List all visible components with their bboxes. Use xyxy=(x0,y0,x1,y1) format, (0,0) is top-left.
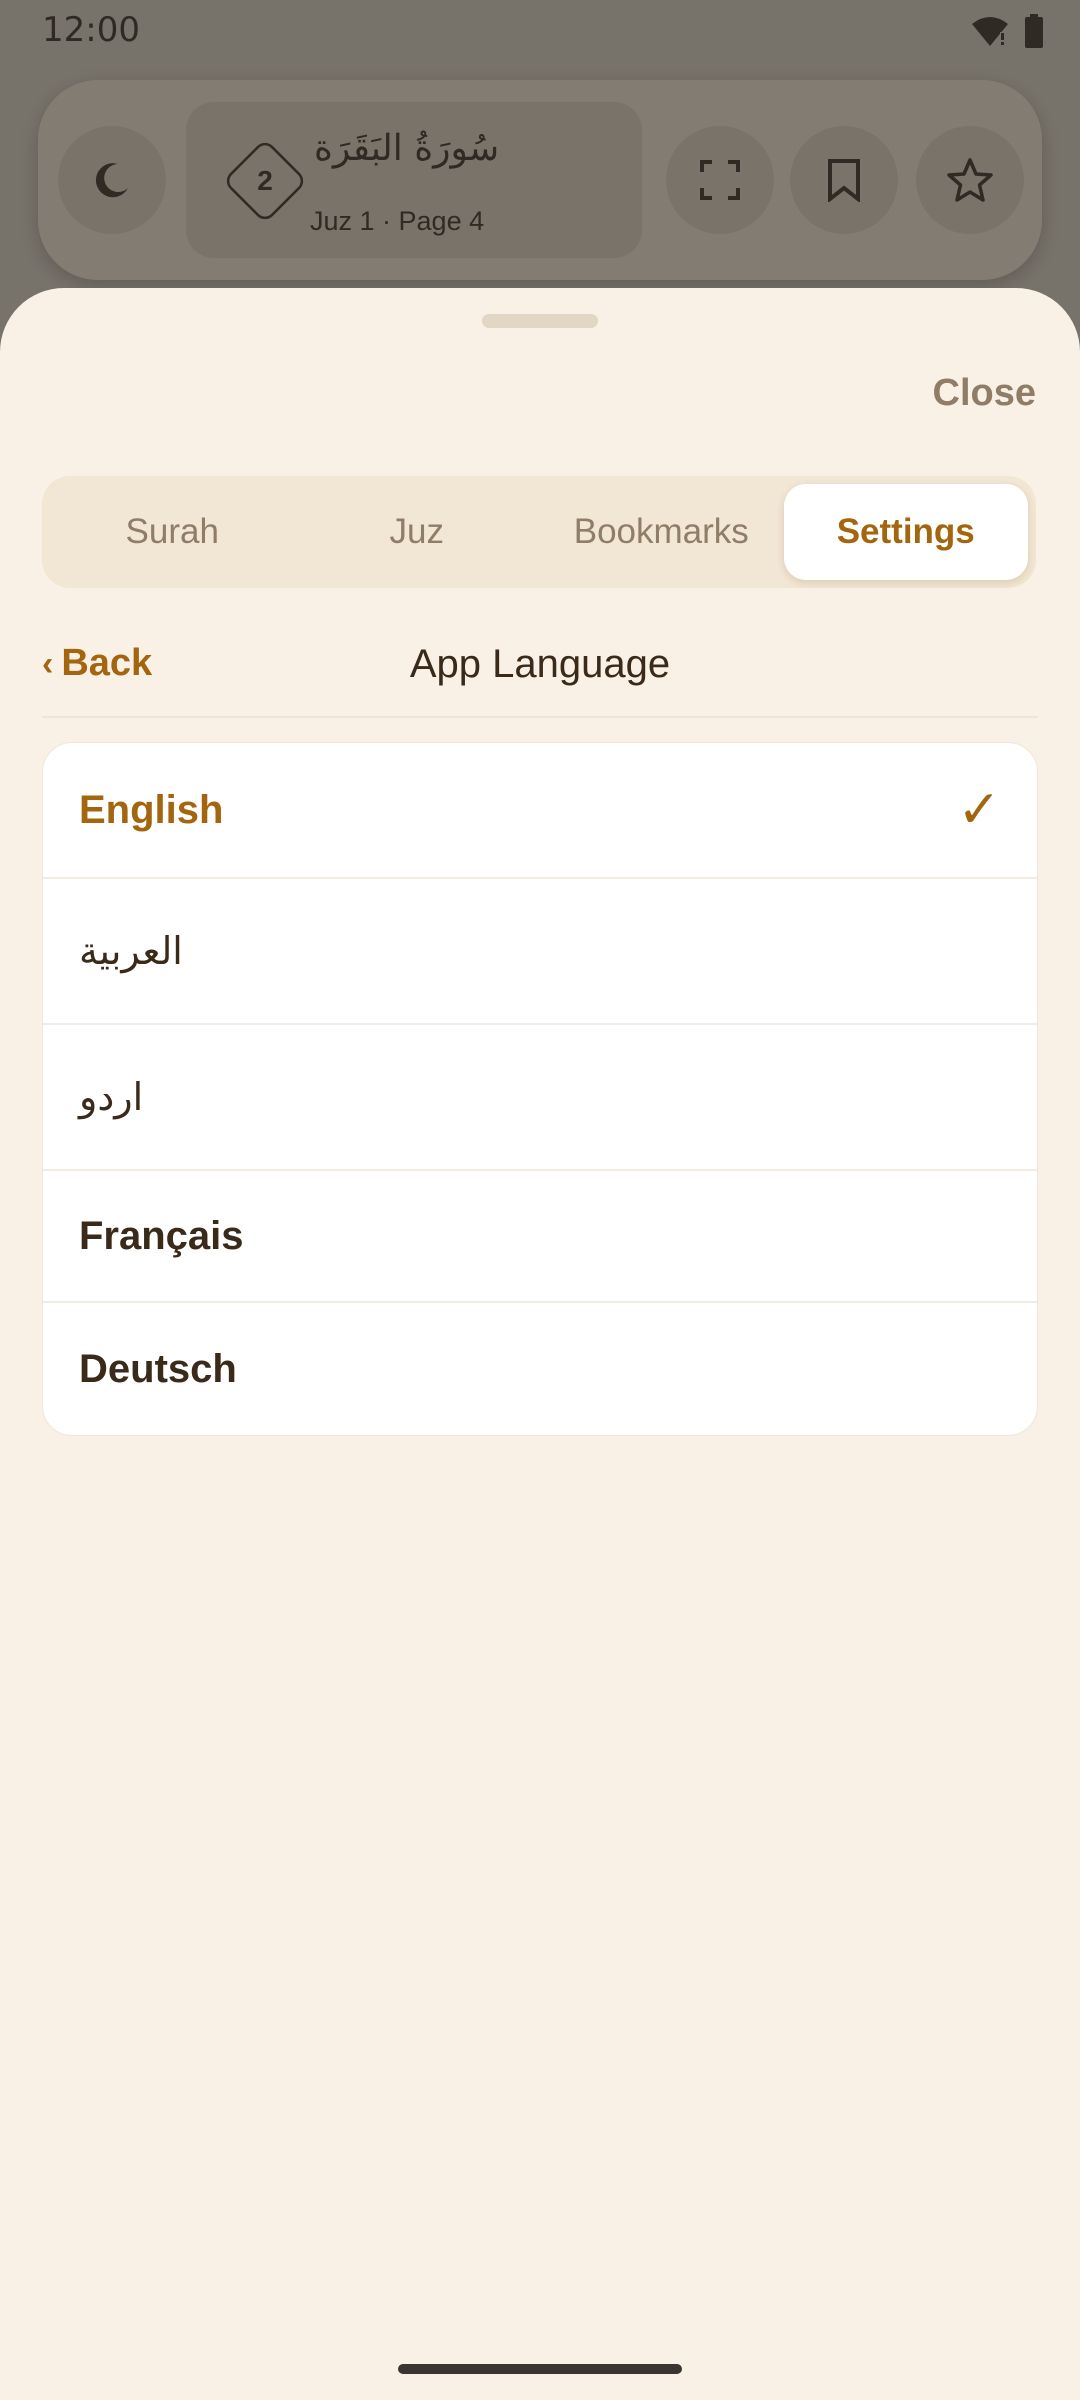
tab-surah[interactable]: Surah xyxy=(50,484,295,580)
status-time: 12:00 xyxy=(42,10,140,50)
language-label: English xyxy=(79,787,224,832)
language-label: Deutsch xyxy=(79,1346,237,1391)
battery-icon xyxy=(1025,14,1043,48)
language-list: English ✓ العربية اردو Français Deutsch xyxy=(42,742,1038,1436)
settings-subheader: ‹ Back App Language xyxy=(42,618,1038,718)
juz-page-subtitle: Juz 1 · Page 4 xyxy=(310,206,485,236)
tab-bookmarks[interactable]: Bookmarks xyxy=(539,484,784,580)
language-option-english[interactable]: English ✓ xyxy=(43,743,1037,879)
drag-handle[interactable] xyxy=(482,314,598,328)
chevron-left-icon: ‹ xyxy=(42,645,54,683)
language-label: Français xyxy=(79,1213,244,1258)
navigation-sheet: Close Surah Juz Bookmarks Settings ‹ Back… xyxy=(0,288,1080,2400)
tab-juz[interactable]: Juz xyxy=(295,484,540,580)
bookmark-icon xyxy=(828,159,860,202)
language-option-german[interactable]: Deutsch xyxy=(43,1303,1037,1435)
back-label: Back xyxy=(61,642,153,684)
surah-info-card[interactable]: 2 سُورَةُ البَقَرَة Juz 1 · Page 4 xyxy=(186,102,642,258)
fullscreen-icon xyxy=(700,160,740,200)
reader-top-bar: 2 سُورَةُ البَقَرَة Juz 1 · Page 4 xyxy=(38,80,1042,280)
favorite-button[interactable] xyxy=(916,126,1024,234)
tab-settings[interactable]: Settings xyxy=(783,484,1028,580)
status-icons xyxy=(970,14,1044,48)
fullscreen-button[interactable] xyxy=(666,126,774,234)
sheet-tabs: Surah Juz Bookmarks Settings xyxy=(42,476,1036,588)
language-label: اردو xyxy=(79,1075,144,1119)
gesture-nav-bar[interactable] xyxy=(398,2364,682,2374)
status-bar: 12:00 xyxy=(0,0,1080,62)
surah-name-arabic: سُورَةُ البَقَرَة xyxy=(314,128,500,169)
check-icon: ✓ xyxy=(957,781,1001,839)
juz-number: 2 xyxy=(257,165,273,196)
wifi-icon xyxy=(972,17,1008,46)
language-option-urdu[interactable]: اردو xyxy=(43,1025,1037,1171)
language-option-arabic[interactable]: العربية xyxy=(43,879,1037,1025)
bookmark-button[interactable] xyxy=(790,126,898,234)
star-icon xyxy=(947,158,993,202)
night-mode-button[interactable] xyxy=(58,126,166,234)
moon-icon xyxy=(95,163,128,198)
back-button[interactable]: ‹ Back xyxy=(42,642,152,685)
page-title: App Language xyxy=(409,642,671,686)
language-option-french[interactable]: Français xyxy=(43,1171,1037,1303)
close-button[interactable]: Close xyxy=(933,372,1036,415)
language-label: العربية xyxy=(79,929,183,973)
